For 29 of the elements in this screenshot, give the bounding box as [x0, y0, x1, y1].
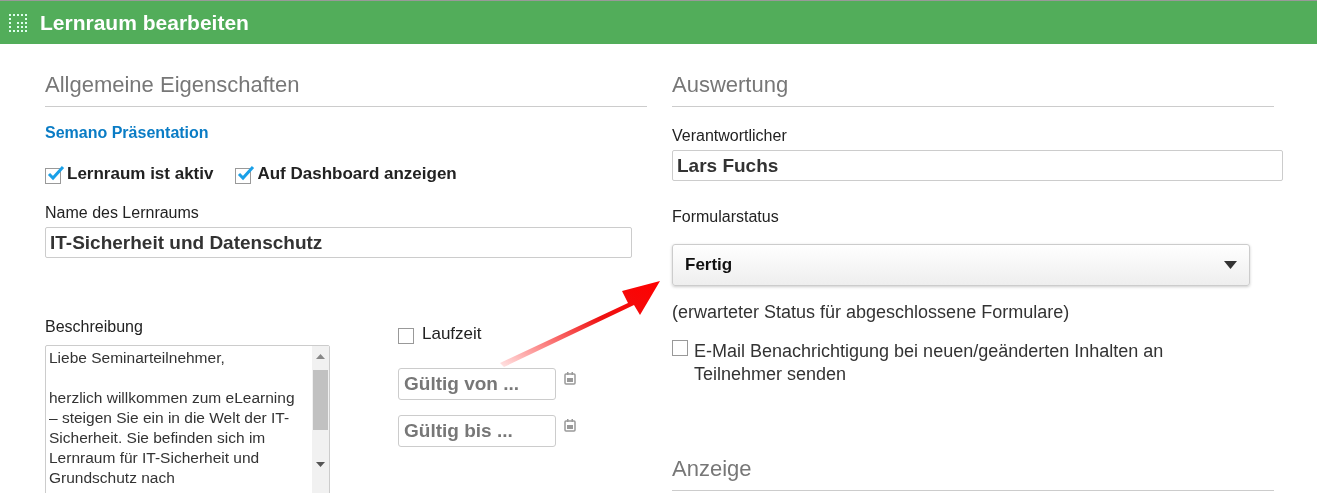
checkbox[interactable]	[235, 168, 252, 184]
responsible-field[interactable]: Lars Fuchs	[672, 150, 1283, 181]
field-label: Name des Lernraums	[45, 204, 200, 222]
field-label: Verantwortlicher	[672, 127, 788, 145]
section-heading: Allgemeine Eigenschaften	[45, 44, 647, 107]
field-label: Beschreibung	[45, 318, 144, 336]
checkbox[interactable]	[398, 328, 414, 344]
checkbox-label: E-Mail Benachrichtigung bei neuen/geänderten Inhalten an Teilnehmer senden	[694, 340, 1165, 386]
date-field[interactable]: Gültig von ...	[398, 368, 556, 400]
calendar-icon[interactable]	[564, 372, 576, 385]
description-field[interactable]: Liebe Seminarteilnehmer, herzlich willkommen zum eLearning – steigen Sie ein in die Welt der IT-Sicherheit. Sie befinden sich im Lernraum für IT-Sicherheit und Grundschutz nach	[45, 345, 330, 493]
date-field[interactable]: Gültig bis ...	[398, 415, 556, 447]
field-label: Formularstatus	[672, 208, 780, 226]
calendar-icon[interactable]	[564, 419, 576, 432]
hint-text: (erwarteter Status für abgeschlossene Formulare)	[672, 302, 1071, 323]
checkbox[interactable]	[672, 340, 688, 356]
checkbox-label: Laufzeit	[422, 324, 482, 344]
checkbox-label: Auf Dashboard anzeigen	[257, 164, 457, 184]
checkbox-label: Lernraum ist aktiv	[67, 164, 214, 184]
presentation-link[interactable]: Semano Präsentation	[45, 124, 209, 142]
name-field[interactable]: IT-Sicherheit und Datenschutz	[45, 227, 632, 258]
status-dropdown[interactable]: Fertig	[672, 244, 1250, 286]
grid-icon	[8, 12, 28, 33]
section-heading: Auswertung	[672, 44, 1274, 107]
section-heading: Anzeige	[672, 428, 1274, 491]
window-title: Lernraum bearbeiten	[40, 10, 249, 35]
caret-icon	[1224, 261, 1237, 269]
scrollbar[interactable]	[312, 346, 329, 493]
checkbox[interactable]	[45, 168, 61, 184]
